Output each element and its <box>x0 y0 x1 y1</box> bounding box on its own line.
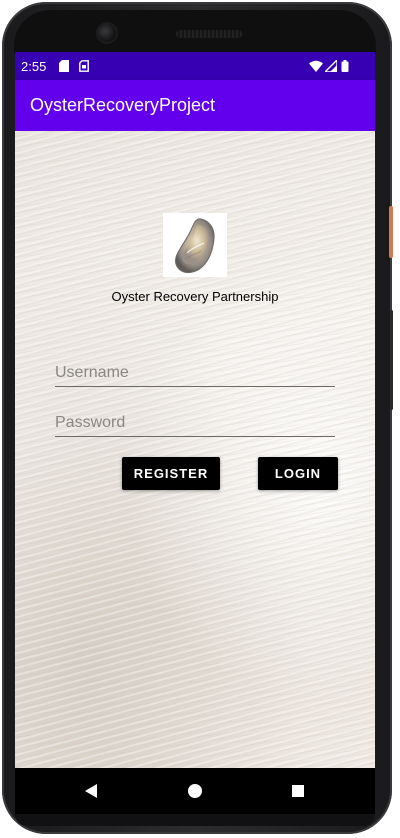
volume-button[interactable] <box>390 310 393 410</box>
bottom-bezel <box>15 814 375 826</box>
login-screen: Oyster Recovery Partnership REGISTER LOG… <box>15 131 375 768</box>
app-title: OysterRecoveryProject <box>30 95 216 115</box>
app-bar: OysterRecoveryProject <box>15 80 375 131</box>
organization-name: Oyster Recovery Partnership <box>111 289 279 304</box>
power-button[interactable] <box>389 206 393 258</box>
password-field-container <box>55 410 335 437</box>
earpiece-speaker <box>176 30 242 38</box>
back-icon[interactable] <box>84 783 98 799</box>
front-camera-icon <box>98 24 116 42</box>
wifi-icon <box>309 60 323 72</box>
oyster-shell-logo-icon <box>163 213 227 277</box>
username-input[interactable] <box>55 360 335 386</box>
password-input[interactable] <box>55 410 335 436</box>
cellular-signal-icon <box>325 60 337 72</box>
home-icon[interactable] <box>188 783 202 799</box>
recents-icon[interactable] <box>291 783 305 799</box>
battery-icon <box>341 60 349 72</box>
sd-card-icon <box>59 60 69 72</box>
sim-card-icon <box>79 60 89 72</box>
screen: 2:55 OysterRecoveryProject Oyster Recove… <box>15 52 375 768</box>
status-time: 2:55 <box>21 59 47 74</box>
device-frame: 2:55 OysterRecoveryProject Oyster Recove… <box>0 0 400 838</box>
system-navigation-bar <box>15 768 375 814</box>
login-button[interactable]: LOGIN <box>258 457 338 490</box>
username-field-container <box>55 360 335 387</box>
status-bar: 2:55 <box>15 52 375 80</box>
register-button[interactable]: REGISTER <box>122 457 220 490</box>
